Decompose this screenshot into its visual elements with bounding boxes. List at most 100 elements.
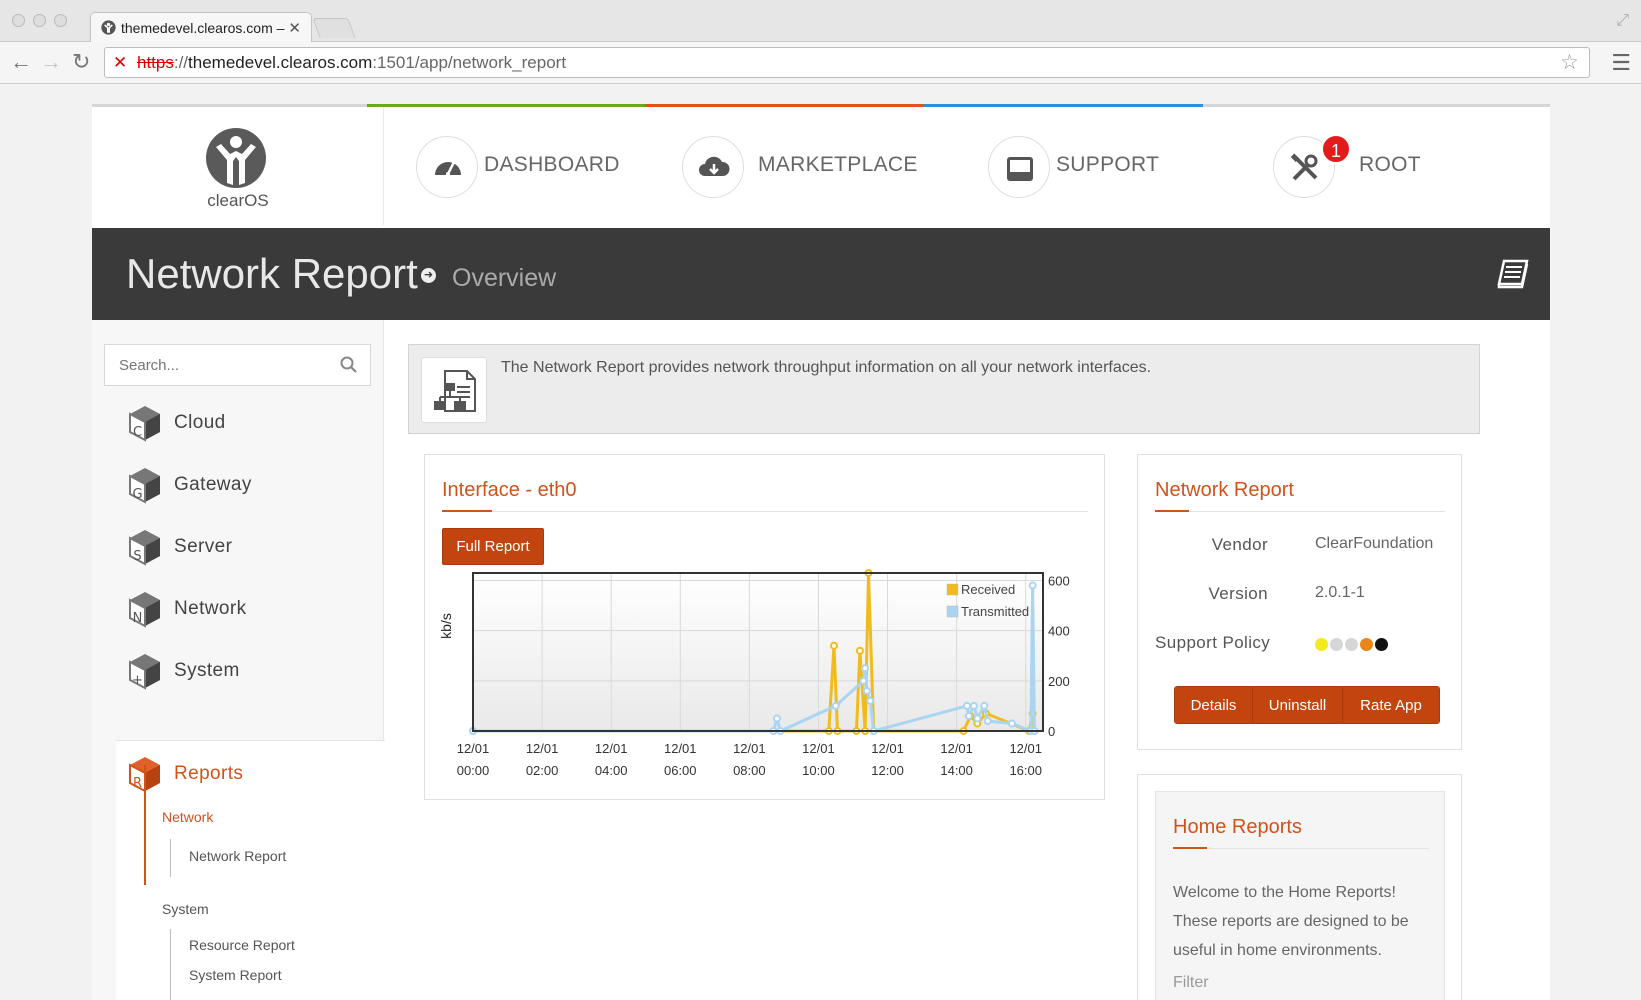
browser-tabstrip: themedevel.clearos.com – ✕ ⤢ [0, 0, 1641, 43]
details-button[interactable]: Details [1175, 687, 1253, 723]
data-point-transmitted[interactable] [859, 676, 868, 685]
sidebar-category-system[interactable]: + System [128, 652, 358, 690]
legend-label[interactable]: Received [961, 582, 1015, 597]
sidebar-category-gateway[interactable]: G Gateway [128, 466, 358, 504]
data-point-transmitted[interactable] [1028, 581, 1037, 590]
search-input[interactable] [105, 345, 325, 385]
y-tick-label: 600 [1048, 574, 1070, 589]
home-reports-filter: Filter [1173, 974, 1209, 991]
vendor-value: ClearFoundation [1315, 535, 1434, 552]
forward-icon[interactable]: → [40, 50, 62, 74]
nav-dashboard-label: DASHBOARD [484, 153, 620, 176]
browser-toolbar: ← → ↻ ✕ https://themedevel.clearos.com:1… [0, 42, 1641, 84]
close-window-button[interactable] [12, 14, 25, 27]
x-tick-label: 12:00 [871, 763, 904, 778]
data-point-transmitted[interactable] [964, 711, 973, 720]
x-tick-label: 12/01 [871, 741, 904, 756]
fullscreen-icon[interactable]: ⤢ [1616, 12, 1629, 30]
sidebar-category-label: Cloud [174, 412, 226, 433]
x-tick-label: 12/01 [1009, 741, 1042, 756]
sidebar-category-label: System [174, 660, 240, 681]
nav-root-label: ROOT [1359, 153, 1421, 176]
sidebar-category-label: Server [174, 536, 233, 557]
sidebar-item-network-report[interactable]: Network Report [189, 848, 286, 864]
back-icon[interactable]: ← [10, 50, 32, 74]
network-report-icon [434, 370, 476, 412]
sidebar-category-reports[interactable]: R Reports [128, 755, 358, 793]
data-point-transmitted[interactable] [980, 701, 989, 710]
interface-chart-panel: Interface - eth0 Full Report 0 200 400 600 1… [424, 454, 1105, 800]
x-tick-label: 12/01 [664, 741, 697, 756]
data-point-transmitted[interactable] [983, 716, 992, 725]
sidebar-item-system-report[interactable]: System Report [189, 967, 282, 983]
x-tick-label: 04:00 [595, 763, 628, 778]
support-dot [1375, 638, 1388, 651]
search-box[interactable] [104, 344, 371, 386]
data-point-transmitted[interactable] [866, 696, 875, 705]
data-point-transmitted[interactable] [862, 686, 871, 695]
browser-menu-icon[interactable]: ☰ [1611, 50, 1631, 76]
svg-text:C: C [133, 425, 142, 440]
data-point-transmitted[interactable] [831, 701, 840, 710]
app-details-panel: Network Report Vendor ClearFoundation Ve… [1137, 454, 1462, 750]
support-dot [1360, 638, 1373, 651]
rate-app-button[interactable]: Rate App [1343, 687, 1439, 723]
data-point-received[interactable] [855, 646, 864, 655]
breadcrumb[interactable]: Overview [452, 264, 556, 293]
legend-label[interactable]: Transmitted [961, 604, 1029, 619]
address-bar[interactable]: ✕ https://themedevel.clearos.com:1501/ap… [104, 47, 1590, 78]
user-guide-book-icon[interactable] [1496, 258, 1530, 290]
data-point-transmitted[interactable] [1007, 719, 1016, 728]
app-icon [421, 357, 487, 423]
sidebar-category-server[interactable]: S Server [128, 528, 358, 566]
full-report-button[interactable]: Full Report [442, 528, 544, 565]
legend-swatch[interactable] [946, 605, 959, 618]
insecure-lock-icon[interactable]: ✕ [113, 48, 127, 77]
notification-badge[interactable]: 1 [1321, 134, 1351, 164]
active-indicator [144, 765, 146, 885]
data-point-transmitted[interactable] [973, 714, 982, 723]
y-tick-label: 400 [1048, 624, 1070, 639]
sidebar-reports-section: R Reports Network Network Report System … [116, 740, 385, 1000]
page-header: Network Report ➜ Overview [92, 228, 1550, 320]
nav-root[interactable]: 1 ROOT [1273, 134, 1473, 198]
sidebar-category-label: Reports [174, 763, 244, 784]
legend-swatch[interactable] [946, 583, 959, 596]
browser-tab[interactable]: themedevel.clearos.com – ✕ [90, 12, 312, 43]
x-tick-label: 10:00 [802, 763, 835, 778]
inbox-icon [1007, 157, 1033, 181]
uninstall-button[interactable]: Uninstall [1253, 687, 1343, 723]
zoom-window-button[interactable] [54, 14, 67, 27]
x-tick-label: 14:00 [940, 763, 973, 778]
vendor-label: Vendor [1211, 535, 1268, 554]
x-tick-label: 02:00 [526, 763, 559, 778]
reload-icon[interactable]: ↻ [72, 50, 90, 74]
new-tab-button[interactable] [312, 18, 356, 38]
page-title: Network Report [126, 250, 418, 297]
data-point-received[interactable] [830, 641, 838, 650]
nav-support-label: SUPPORT [1056, 153, 1160, 176]
data-point-transmitted[interactable] [963, 701, 971, 710]
sidebar-category-network[interactable]: N Network [128, 590, 358, 628]
app-actions: Details Uninstall Rate App [1174, 686, 1440, 724]
nav-support[interactable]: SUPPORT [988, 136, 1198, 198]
x-tick-label: 12/01 [733, 741, 766, 756]
sidebar-category-label: Gateway [174, 474, 252, 495]
tools-icon [1290, 153, 1318, 181]
x-tick-label: 12/01 [457, 741, 490, 756]
x-tick-label: 12/01 [595, 741, 628, 756]
nav-dashboard[interactable]: DASHBOARD [416, 136, 656, 198]
minimize-window-button[interactable] [33, 14, 46, 27]
bookmark-star-icon[interactable]: ☆ [1560, 48, 1579, 77]
clearos-logo[interactable]: clearOS [92, 107, 384, 225]
data-point-transmitted[interactable] [969, 701, 978, 710]
search-icon[interactable] [340, 356, 358, 374]
data-point-transmitted[interactable] [773, 714, 781, 723]
sidebar-item-resource-report[interactable]: Resource Report [189, 937, 295, 953]
x-tick-label: 16:00 [1009, 763, 1042, 778]
data-point-transmitted[interactable] [861, 664, 870, 673]
tab-title: themedevel.clearos.com – [121, 20, 285, 36]
nav-marketplace[interactable]: MARKETPLACE [682, 136, 942, 198]
tab-close-icon[interactable]: ✕ [288, 19, 301, 37]
sidebar-category-cloud[interactable]: C Cloud [128, 404, 358, 442]
